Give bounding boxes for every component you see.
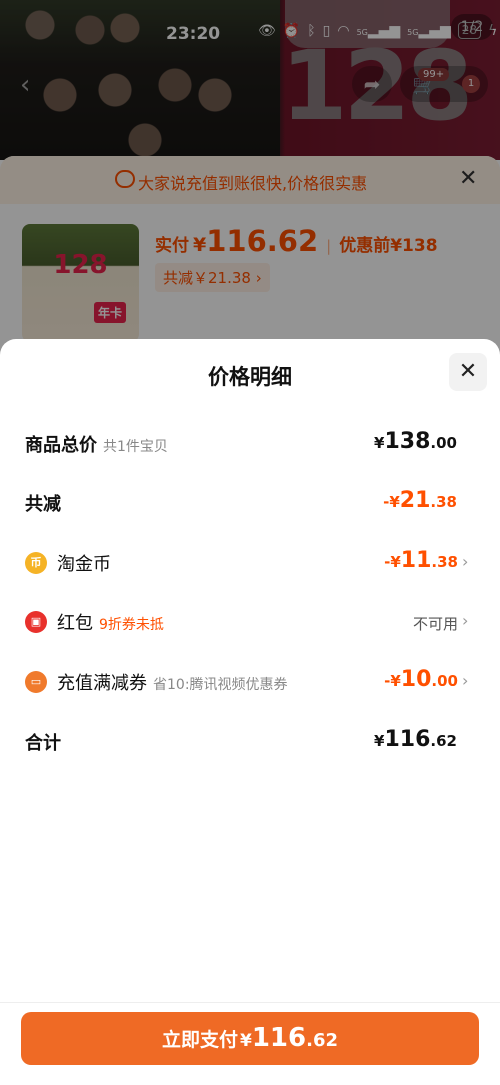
price-detail-sheet: 价格明细 ✕ 商品总价 共1件宝贝 ¥138.00 共减 -¥ 21.38 币 淘金… [0, 339, 500, 1085]
chevron-right-icon: › [462, 671, 469, 690]
pay-label: 立即支付 [161, 1029, 238, 1051]
row-item-total: 商品总价 共1件宝贝 ¥138.00 [0, 423, 500, 463]
row-total-discount: 共减 -¥ 21.38 [0, 482, 500, 522]
row-label: 商品总价 [25, 435, 97, 456]
row-taojinbi[interactable]: 币 淘金币 -¥ 11.38 › [0, 542, 500, 582]
row-sub: 省10:腾讯视频优惠券 [153, 677, 288, 693]
divider [0, 1002, 500, 1003]
row-grand-total: 合计 ¥116.62 [0, 721, 500, 761]
row-sub: 共1件宝贝 [103, 439, 168, 455]
sheet-title: 价格明细 [208, 365, 292, 389]
row-label: 充值满减券 [57, 673, 147, 694]
row-price: -¥ 10.00 [384, 667, 458, 692]
chevron-right-icon: › [462, 611, 469, 630]
row-recharge-coupon[interactable]: ▭ 充值满减券 省10:腾讯视频优惠券 -¥ 10.00 › [0, 661, 500, 701]
pay-now-button[interactable]: 立即支付 ¥ 116 .62 [21, 1012, 479, 1065]
close-button[interactable]: ✕ [449, 353, 487, 391]
row-status: 不可用 [412, 615, 458, 633]
close-icon: ✕ [458, 359, 478, 384]
taojinbi-coin-icon: 币 [25, 552, 47, 574]
row-sub: 9折券未抵 [99, 617, 164, 633]
row-label: 共减 [25, 494, 61, 515]
row-label: 淘金币 [57, 554, 111, 575]
row-red-envelope[interactable]: ▣ 红包 9折券未抵 不可用 › [0, 601, 500, 641]
row-price: -¥ 21.38 [383, 488, 457, 513]
chevron-right-icon: › [462, 552, 469, 571]
row-price: -¥ 11.38 [384, 548, 458, 573]
row-price: ¥138.00 [374, 429, 457, 454]
row-label: 合计 [25, 733, 61, 754]
row-price: ¥116.62 [374, 727, 457, 752]
red-envelope-icon: ▣ [25, 611, 47, 633]
coupon-icon: ▭ [25, 671, 47, 693]
row-label: 红包 [57, 613, 93, 634]
